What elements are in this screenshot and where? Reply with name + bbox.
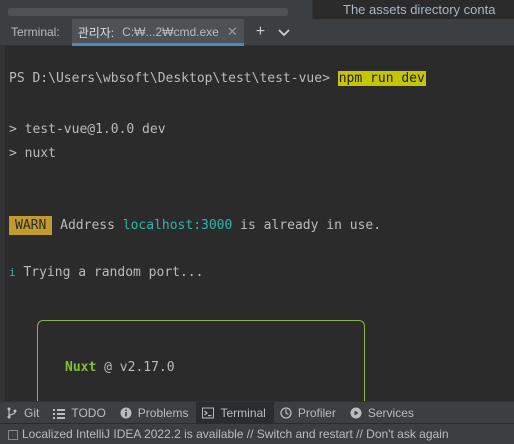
chevron-down-icon[interactable]	[277, 25, 291, 39]
info-line: i Trying a random port...	[9, 265, 203, 280]
warn-host: localhost:3000	[122, 218, 233, 233]
prompt-text: PS D:\Users\wbsoft\Desktop\test\test-vue…	[9, 71, 338, 86]
nuxt-version-line: Nuxt @ v2.17.0	[65, 360, 175, 375]
info-icon	[120, 407, 132, 418]
terminal-header: Terminal: 관리자: C:₩...2₩cmd.exe ✕ +	[0, 18, 514, 46]
tool-tab-terminal[interactable]: Terminal	[196, 401, 274, 424]
terminal-tab-cmd[interactable]: 관리자: C:₩...2₩cmd.exe ✕	[71, 18, 244, 46]
play-icon	[350, 407, 362, 418]
warn-text-pre: Address	[52, 218, 123, 233]
tool-tab-todo[interactable]: TODO	[47, 402, 113, 424]
warn-line: WARN Address localhost:3000 is already i…	[9, 216, 382, 235]
git-branch-icon	[7, 407, 17, 418]
editor-tab-bar	[8, 8, 288, 16]
info-text: Trying a random port...	[15, 265, 204, 280]
status-bar[interactable]: Localized IntelliJ IDEA 2022.2 is availa…	[0, 423, 514, 444]
tool-tab-label: Git	[24, 405, 40, 420]
status-text: Localized IntelliJ IDEA 2022.2 is availa…	[22, 427, 449, 441]
tool-window-bar: Git TODO Problems Terminal Profiler Serv…	[0, 401, 514, 424]
output-line: > nuxt	[9, 146, 56, 161]
tool-tab-label: Profiler	[297, 405, 336, 420]
tool-tab-problems[interactable]: Problems	[114, 402, 197, 424]
nuxt-name: Nuxt	[65, 360, 97, 375]
output-line: > test-vue@1.0.0 dev	[9, 122, 166, 137]
profiler-icon	[280, 406, 292, 419]
nuxt-version: @ v2.17.0	[96, 360, 175, 375]
list-icon	[53, 408, 66, 419]
tool-tab-label: Problems	[137, 405, 189, 420]
tool-tab-git[interactable]: Git	[0, 402, 47, 424]
tool-tab-profiler[interactable]: Profiler	[274, 402, 344, 424]
tool-tab-label: Terminal	[220, 405, 266, 420]
command-text: npm run dev	[337, 71, 426, 86]
close-icon[interactable]: ✕	[227, 24, 238, 40]
add-tab-button[interactable]: +	[256, 24, 265, 40]
terminal-title: Terminal:	[11, 25, 60, 39]
tab-path: C:₩...2₩cmd.exe	[122, 25, 219, 39]
tool-tab-label: Services	[367, 405, 414, 420]
tab-name: 관리자:	[77, 25, 115, 40]
terminal-output[interactable]: PS D:\Users\wbsoft\Desktop\test\test-vue…	[5, 46, 514, 401]
terminal-icon	[202, 407, 215, 418]
warn-badge: WARN	[9, 216, 53, 235]
editor-doc-peek: The assets directory conta	[312, 0, 514, 19]
tool-tab-label: TODO	[71, 405, 106, 420]
status-icon	[8, 429, 18, 440]
tool-tab-services[interactable]: Services	[344, 402, 422, 424]
info-icon: i	[9, 266, 16, 279]
prompt-line: PS D:\Users\wbsoft\Desktop\test\test-vue…	[9, 71, 426, 86]
warn-text-post: is already in use.	[232, 218, 382, 233]
